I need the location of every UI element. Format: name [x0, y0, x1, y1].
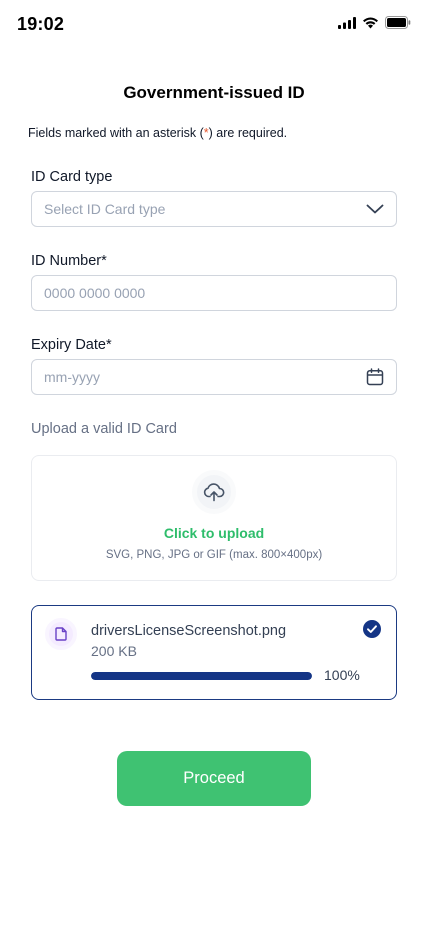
upload-file-hint: SVG, PNG, JPG or GIF (max. 800×400px) [105, 549, 323, 561]
uploaded-file-size: 200 KB [91, 643, 137, 659]
id-card-type-select[interactable]: Select ID Card type [31, 191, 397, 227]
battery-icon [385, 16, 411, 34]
id-number-field-container [31, 275, 397, 311]
status-time: 19:02 [17, 14, 65, 34]
chevron-down-icon[interactable] [366, 204, 384, 214]
uploaded-file-name: driversLicenseScreenshot.png [91, 623, 287, 639]
status-icons [338, 16, 411, 34]
id-number-input[interactable] [44, 285, 384, 301]
check-circle-icon [363, 620, 381, 638]
expiry-date-label: Expiry Date* [31, 337, 112, 353]
id-card-type-label: ID Card type [31, 169, 113, 185]
cloud-upload-icon [192, 470, 236, 514]
click-to-upload-link[interactable]: Click to upload [32, 525, 396, 541]
wifi-icon [362, 16, 379, 34]
id-number-label: ID Number* [31, 253, 107, 269]
upload-progress-label: 100% [324, 667, 360, 683]
required-note-text-start: Fields marked with an asterisk ( [28, 126, 204, 140]
required-fields-note: Fields marked with an asterisk (*) are r… [28, 126, 287, 140]
expiry-date-input[interactable] [44, 369, 366, 385]
id-card-type-placeholder: Select ID Card type [44, 201, 166, 217]
expiry-date-field-container [31, 359, 397, 395]
status-bar: 19:02 [0, 0, 428, 48]
page-title: Government-issued ID [123, 83, 305, 102]
proceed-button[interactable]: Proceed [117, 751, 311, 806]
cellular-signal-icon [338, 16, 356, 34]
calendar-icon[interactable] [366, 368, 384, 386]
required-note-text-end: ) are required. [208, 126, 288, 140]
file-icon [45, 618, 77, 650]
upload-progress-bar [91, 672, 312, 680]
upload-id-label: Upload a valid ID Card [31, 421, 177, 437]
uploaded-file-card: driversLicenseScreenshot.png 200 KB 100% [31, 605, 397, 700]
upload-dropzone[interactable]: Click to upload SVG, PNG, JPG or GIF (ma… [31, 455, 397, 581]
upload-progress-fill [91, 672, 312, 680]
